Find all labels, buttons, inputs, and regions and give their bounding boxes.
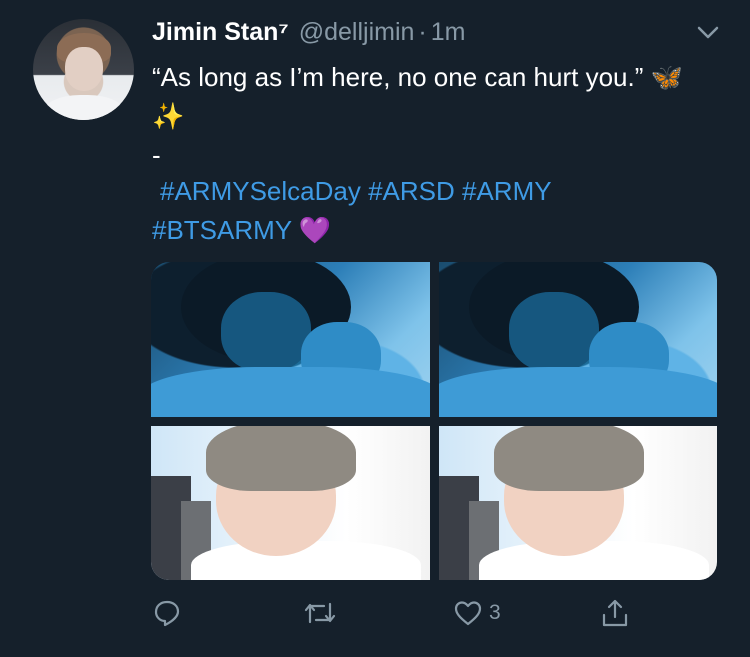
photo-hair [206, 426, 356, 491]
tweet-dash: - [152, 140, 161, 170]
photo-face [509, 292, 599, 372]
tweet-text: “As long as I’m here, no one can hurt yo… [152, 62, 683, 131]
media-grid [151, 262, 717, 580]
reply-button[interactable] [152, 595, 182, 631]
media-photo-4[interactable] [439, 426, 717, 580]
separator: · [418, 18, 427, 46]
like-button[interactable]: 3 [453, 595, 501, 631]
display-name[interactable]: Jimin Stan⁷ [152, 18, 289, 47]
photo-sweater [151, 367, 430, 417]
heart-icon [454, 601, 482, 626]
photo-hair [494, 426, 644, 491]
media-photo-1[interactable] [151, 262, 430, 417]
retweet-button[interactable] [302, 595, 338, 631]
reply-icon [154, 600, 180, 627]
share-button[interactable] [600, 595, 630, 631]
media-photo-3[interactable] [151, 426, 430, 580]
media-photo-2[interactable] [439, 262, 717, 417]
like-count: 3 [489, 601, 501, 624]
action-bar: 3 [0, 595, 750, 635]
avatar[interactable] [33, 19, 134, 120]
hashtag-line-2[interactable]: #BTSARMY 💜 [152, 211, 652, 250]
share-icon [602, 599, 628, 627]
avatar-shirt [43, 95, 125, 120]
photo-sweater [439, 367, 717, 417]
retweet-icon [304, 602, 336, 624]
user-handle[interactable]: @delljimin [299, 18, 415, 47]
avatar-face [65, 47, 103, 91]
timestamp[interactable]: 1m [431, 18, 466, 47]
photo-face [221, 292, 311, 372]
chevron-down-icon[interactable] [697, 26, 719, 40]
tweet-header: Jimin Stan⁷ @delljimin · 1m [152, 18, 465, 52]
hashtags: #ARMYSelcaDay #ARSD #ARMY #BTSARMY 💜 [152, 172, 652, 250]
hashtag-line-1[interactable]: #ARMYSelcaDay #ARSD #ARMY [152, 172, 652, 211]
